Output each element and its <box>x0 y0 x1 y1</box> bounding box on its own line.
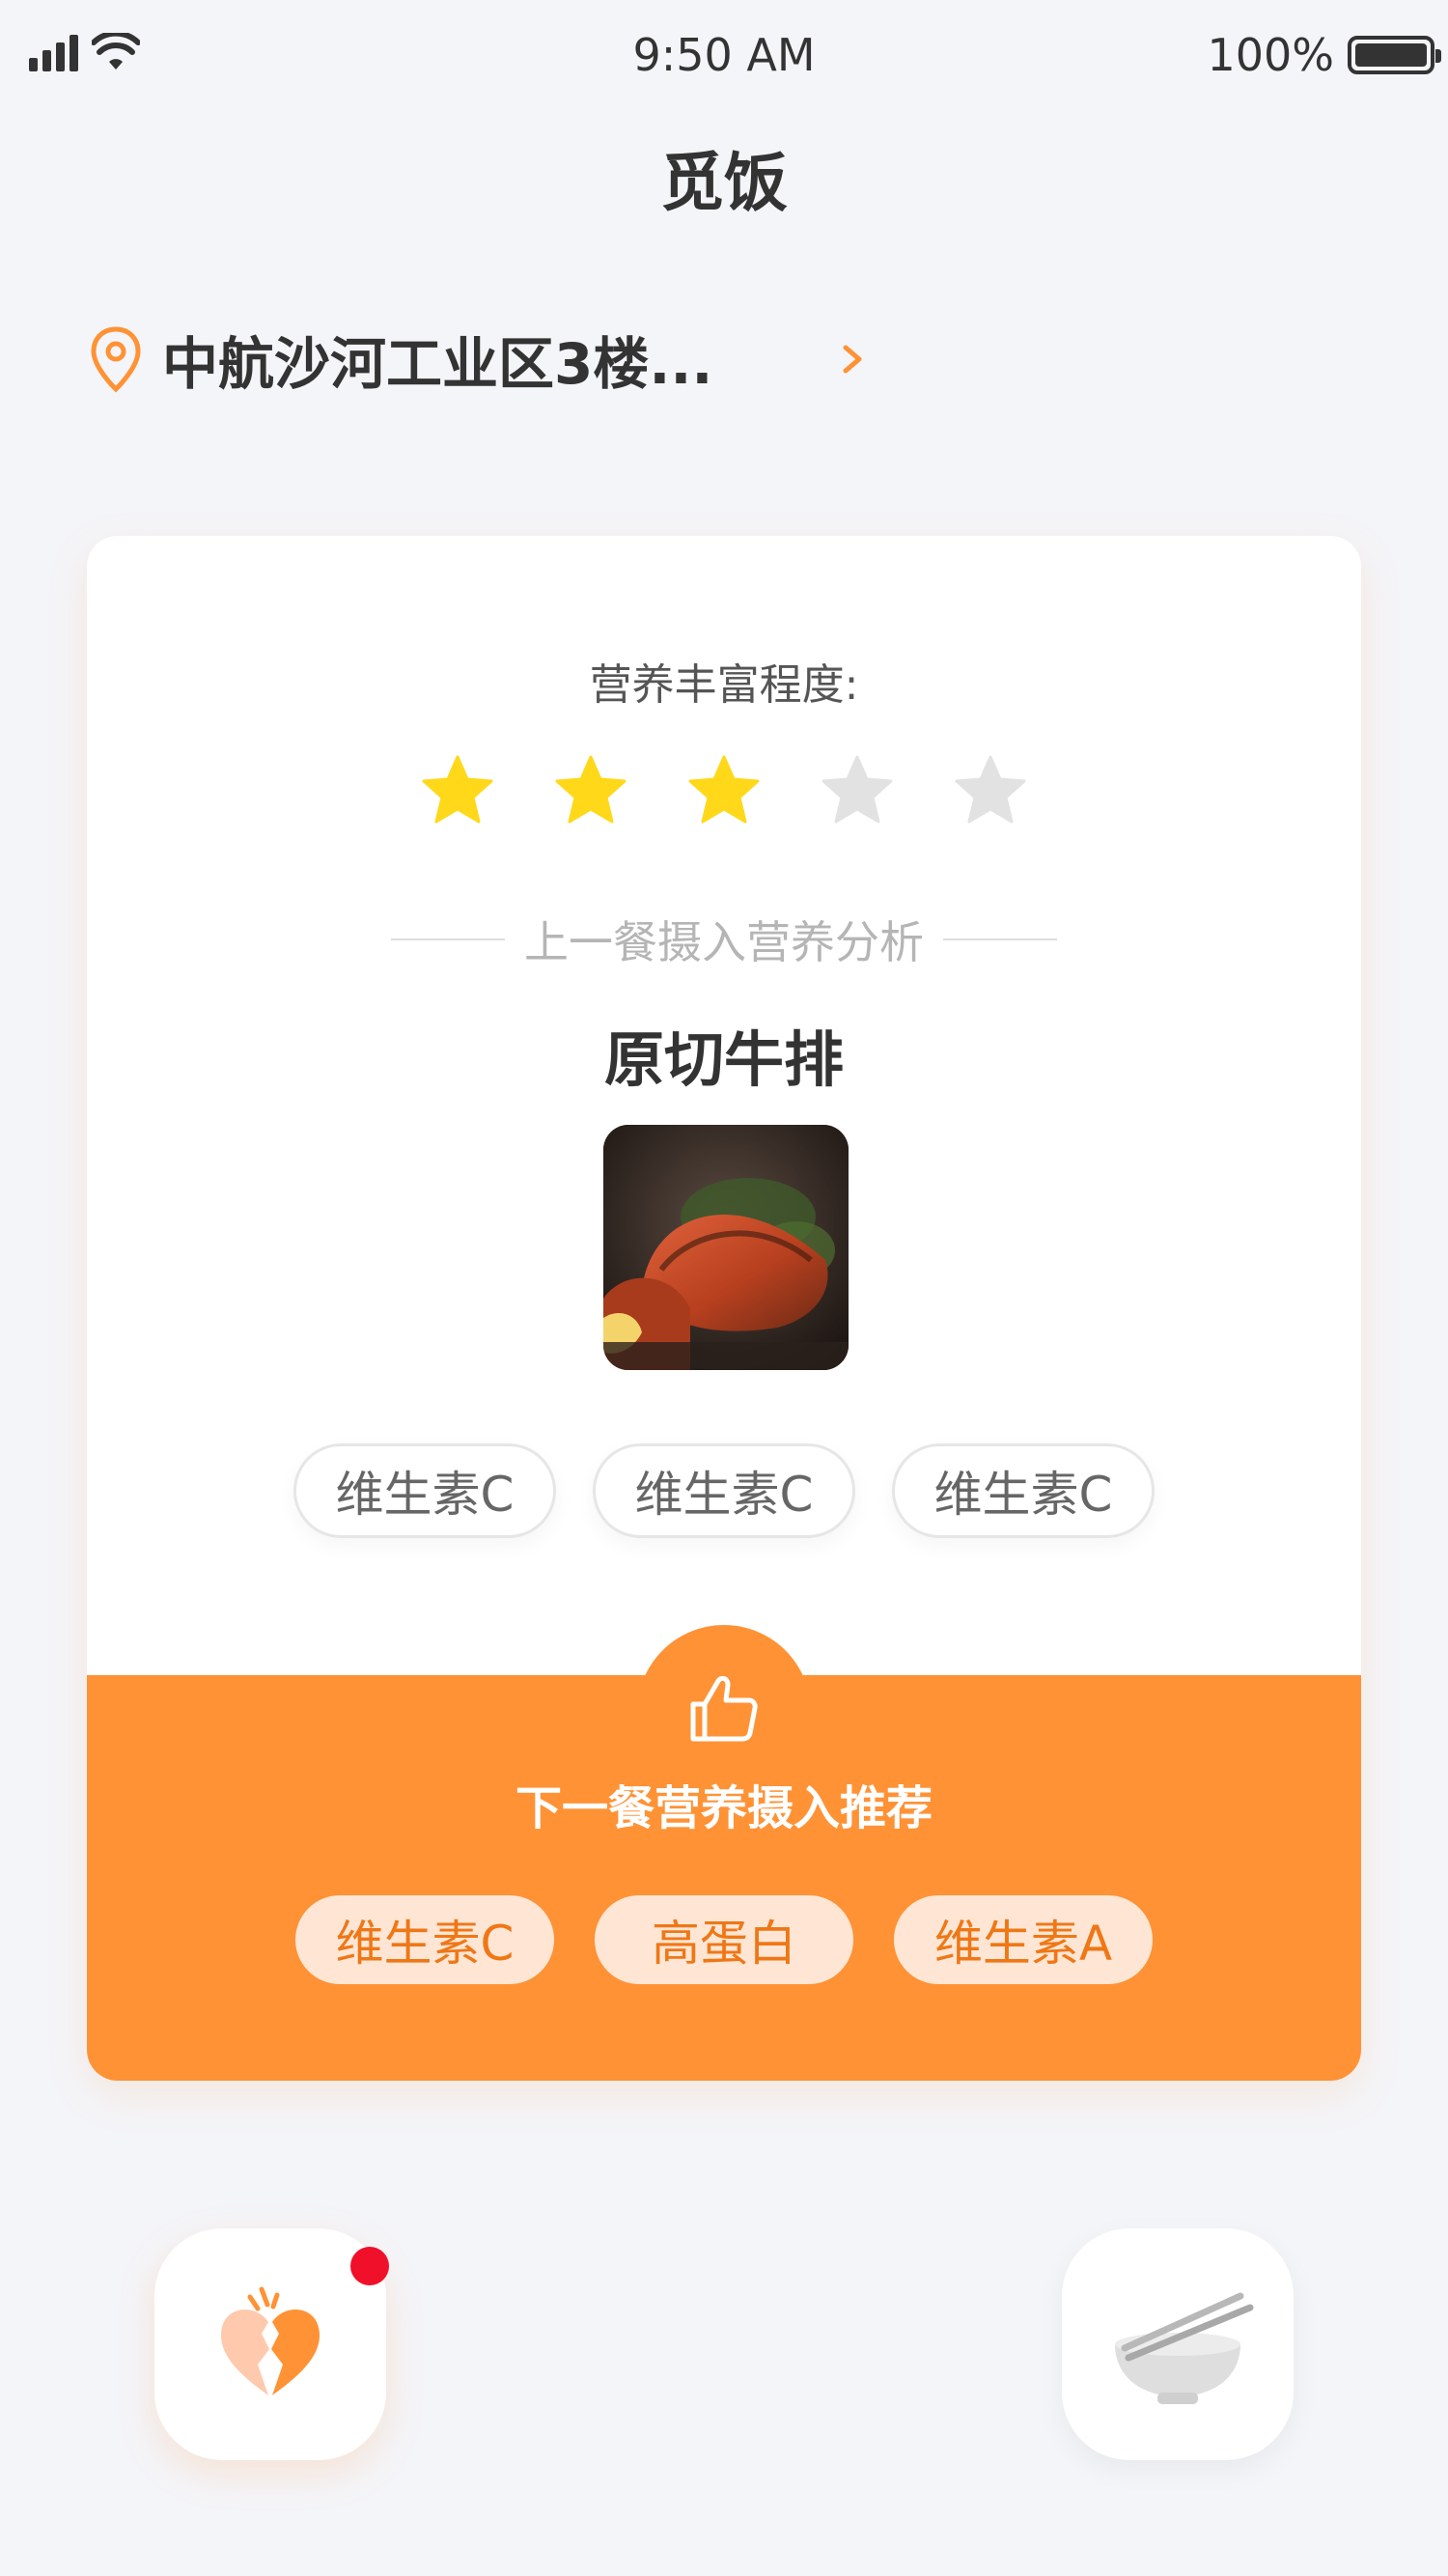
nutrient-tag[interactable]: 维生素C <box>293 1443 556 1538</box>
status-bar: 9:50 AM 100% <box>0 0 1448 116</box>
recommendation-tag[interactable]: 维生素C <box>295 1895 554 1984</box>
notification-dot <box>350 2247 389 2285</box>
nutrition-card: 营养丰富程度: 上一餐摄入营养分析 原切牛排 维生素C 维生素C 维生素C 下一… <box>87 536 1361 2081</box>
recommendation-tag[interactable]: 高蛋白 <box>595 1895 853 1984</box>
status-right: 100% <box>1207 29 1441 81</box>
star-empty-icon <box>821 755 893 824</box>
star-filled-icon <box>422 755 493 824</box>
battery-percent: 100% <box>1207 29 1334 81</box>
thumbs-up-icon <box>690 1675 758 1742</box>
dish-photo <box>603 1125 849 1370</box>
meal-button[interactable] <box>1062 2228 1294 2460</box>
location-address: 中航沙河工业区3楼... <box>162 331 713 397</box>
dish-name: 原切牛排 <box>603 1024 844 1095</box>
recommendation-tags: 维生素C 高蛋白 维生素A <box>87 1895 1361 1984</box>
location-selector[interactable]: 中航沙河工业区3楼... <box>89 319 867 400</box>
star-filled-icon <box>688 755 760 824</box>
chevron-right-icon <box>843 345 862 374</box>
nutrient-tag[interactable]: 维生素C <box>892 1443 1155 1538</box>
section-divider: 上一餐摄入营养分析 <box>87 908 1361 971</box>
location-pin-icon <box>91 326 141 393</box>
recommendation-tag[interactable]: 维生素A <box>894 1895 1153 1984</box>
divider-line-right <box>943 938 1057 940</box>
page-title: 觅饭 <box>660 146 788 220</box>
recommendation-section: 下一餐营养摄入推荐 维生素C 高蛋白 维生素A <box>87 1625 1361 2081</box>
screen: 9:50 AM 100% 觅饭 中航沙河工业区3楼... 营养丰富程度: 上一餐… <box>0 0 1448 2576</box>
bowl-chopsticks-icon <box>1115 2292 1254 2404</box>
nutrient-tag[interactable]: 维生素C <box>593 1443 855 1538</box>
section-heading: 上一餐摄入营养分析 <box>524 916 924 968</box>
divider-line-left <box>391 938 505 940</box>
star-empty-icon <box>955 755 1026 824</box>
nutrient-tags: 维生素C 维生素C 维生素C <box>87 1443 1361 1538</box>
battery-icon <box>1348 36 1441 74</box>
star-filled-icon <box>555 755 627 824</box>
broken-heart-icon <box>221 2286 320 2395</box>
star-rating <box>87 753 1361 826</box>
recommendation-title: 下一餐营养摄入推荐 <box>515 1781 933 1835</box>
rating-label: 营养丰富程度: <box>589 660 859 710</box>
